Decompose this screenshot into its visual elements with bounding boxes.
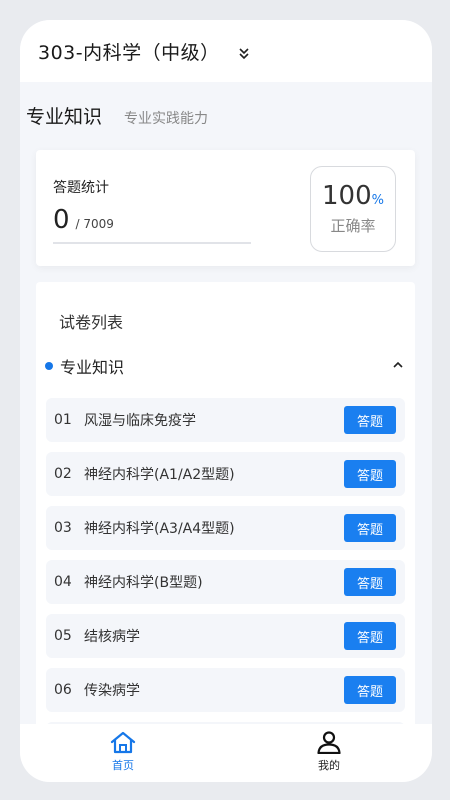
stats-label: 答题统计 (53, 180, 109, 196)
list-item[interactable]: 06 传染病学 答题 (46, 668, 405, 712)
total-count: / 7009 (75, 217, 114, 231)
user-icon (317, 731, 341, 754)
item-number: 06 (54, 682, 72, 698)
exam-list-card: 试卷列表 专业知识 01 风湿与临床免疫学 答题 02 神经内科学(A1/A2型… (36, 282, 415, 742)
answer-count: 0 / 7009 (53, 205, 114, 235)
home-icon (110, 731, 136, 754)
accuracy-box: 100% 正确率 (310, 166, 396, 252)
section-header[interactable]: 专业知识 (45, 354, 405, 378)
category-tabs: 专业知识 专业实践能力 (26, 102, 208, 129)
header-bar[interactable]: 303-内科学（中级） (20, 20, 432, 82)
item-name: 风湿与临床免疫学 (84, 413, 196, 429)
app-screen: 303-内科学（中级） 专业知识 专业实践能力 答题统计 0 / 7009 10… (20, 20, 432, 782)
bottom-nav: 首页 我的 (20, 724, 432, 782)
answer-stats-card: 答题统计 0 / 7009 100% 正确率 (36, 150, 415, 266)
subject-title[interactable]: 303-内科学（中级） (38, 38, 220, 65)
nav-home[interactable]: 首页 (20, 724, 226, 782)
item-number: 04 (54, 574, 72, 590)
tab-professional-practice[interactable]: 专业实践能力 (124, 108, 208, 128)
answer-button[interactable]: 答题 (344, 514, 396, 542)
item-name: 神经内科学(A1/A2型题) (84, 467, 235, 483)
list-item[interactable]: 03 神经内科学(A3/A4型题) 答题 (46, 506, 405, 550)
accuracy-number: 100 (322, 181, 372, 211)
list-item[interactable]: 01 风湿与临床免疫学 答题 (46, 398, 405, 442)
nav-mine-label: 我的 (318, 759, 340, 772)
item-name: 传染病学 (84, 683, 140, 699)
item-name: 神经内科学(A3/A4型题) (84, 521, 235, 537)
chevron-up-icon[interactable] (391, 358, 405, 372)
item-name: 结核病学 (84, 629, 140, 645)
progress-underline (53, 242, 251, 244)
section-name: 专业知识 (60, 358, 125, 377)
accuracy-label: 正确率 (330, 217, 376, 235)
answer-button[interactable]: 答题 (344, 568, 396, 596)
nav-home-label: 首页 (112, 759, 134, 772)
list-item[interactable]: 02 神经内科学(A1/A2型题) 答题 (46, 452, 405, 496)
answer-button[interactable]: 答题 (344, 622, 396, 650)
item-number: 05 (54, 628, 72, 644)
exam-list: 01 风湿与临床免疫学 答题 02 神经内科学(A1/A2型题) 答题 03 神… (46, 398, 405, 742)
accuracy-value: 100% (311, 181, 395, 211)
nav-mine[interactable]: 我的 (226, 724, 432, 782)
list-item[interactable]: 05 结核病学 答题 (46, 614, 405, 658)
exam-list-title: 试卷列表 (59, 313, 124, 332)
item-number: 02 (54, 466, 72, 482)
item-name: 神经内科学(B型题) (84, 575, 203, 591)
answer-button[interactable]: 答题 (344, 460, 396, 488)
answered-count: 0 (53, 205, 70, 235)
item-number: 03 (54, 520, 72, 536)
item-number: 01 (54, 412, 72, 428)
section-dot (45, 362, 53, 370)
percent-sign: % (371, 193, 384, 208)
chevron-double-down-icon[interactable] (238, 46, 250, 60)
answer-button[interactable]: 答题 (344, 406, 396, 434)
answer-button[interactable]: 答题 (344, 676, 396, 704)
list-item[interactable]: 04 神经内科学(B型题) 答题 (46, 560, 405, 604)
tab-professional-knowledge[interactable]: 专业知识 (26, 102, 102, 129)
